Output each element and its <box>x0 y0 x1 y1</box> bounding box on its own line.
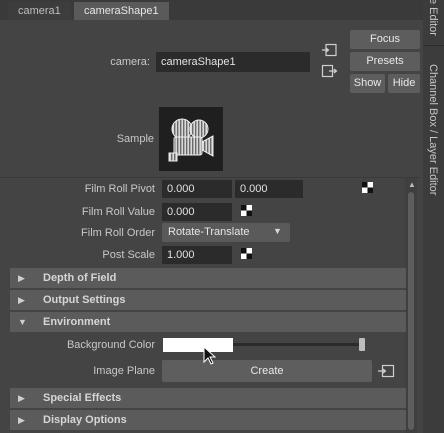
film-roll-pivot-y-field[interactable]: 0.000 <box>235 180 303 198</box>
film-roll-order-value: Rotate-Translate <box>168 226 250 238</box>
camera-label: camera: <box>110 56 150 68</box>
section-special-effects[interactable]: ▶ Special Effects <box>10 388 406 408</box>
expand-arrow-icon: ▶ <box>18 295 25 305</box>
hide-button[interactable]: Hide <box>388 74 420 93</box>
background-color-swatch[interactable] <box>163 338 233 352</box>
film-roll-order-label: Film Roll Order <box>81 227 155 239</box>
keyframe-icon[interactable] <box>241 205 252 219</box>
film-roll-pivot-label: Film Roll Pivot <box>84 183 155 195</box>
post-scale-label: Post Scale <box>102 249 155 261</box>
section-title: Environment <box>43 316 111 328</box>
section-output-settings[interactable]: ▶ Output Settings <box>10 290 406 310</box>
focus-button[interactable]: Focus <box>350 30 420 49</box>
section-title: Output Settings <box>43 294 126 306</box>
camera-sample-icon <box>168 118 214 162</box>
film-roll-pivot-x-field[interactable]: 0.000 <box>162 180 232 198</box>
presets-button[interactable]: Presets <box>350 52 420 71</box>
film-roll-value-field[interactable]: 0.000 <box>162 203 232 221</box>
sample-label: Sample <box>116 133 154 145</box>
output-connection-icon[interactable] <box>321 64 338 78</box>
film-roll-value-label: Film Roll Value <box>81 206 155 218</box>
section-depth-of-field[interactable]: ▶ Depth of Field <box>10 268 406 288</box>
background-color-slider-handle[interactable] <box>359 338 365 351</box>
section-title: Display Options <box>43 414 127 426</box>
show-button[interactable]: Show <box>350 74 385 93</box>
expand-arrow-icon: ▶ <box>18 273 25 283</box>
create-image-plane-button[interactable]: Create <box>162 360 372 382</box>
divider <box>0 177 420 178</box>
background-color-label: Background Color <box>66 339 155 351</box>
keyframe-icon[interactable] <box>362 182 373 196</box>
tab-camerashape1[interactable]: cameraShape1 <box>74 2 169 20</box>
post-scale-field[interactable]: 1.000 <box>162 246 232 264</box>
collapse-arrow-icon: ▼ <box>18 317 27 327</box>
section-environment[interactable]: ▼ Environment <box>10 312 406 332</box>
section-title: Depth of Field <box>43 272 117 284</box>
tab-camera1[interactable]: camera1 <box>8 2 71 20</box>
output-connection-icon[interactable] <box>377 364 395 378</box>
image-plane-label: Image Plane <box>93 365 155 377</box>
section-title: Special Effects <box>43 392 122 404</box>
scrollbar-thumb[interactable] <box>408 192 414 430</box>
scroll-up-arrow-icon[interactable]: ▲ <box>408 180 416 189</box>
mouse-cursor-icon <box>203 345 219 366</box>
divider <box>423 45 444 46</box>
background-color-slider-track[interactable] <box>233 343 361 346</box>
section-display-options[interactable]: ▶ Display Options <box>10 410 406 430</box>
chevron-down-icon: ▼ <box>273 226 282 236</box>
input-connection-icon[interactable] <box>321 43 338 57</box>
keyframe-icon[interactable] <box>241 248 252 262</box>
film-roll-order-dropdown[interactable]: Rotate-Translate ▼ <box>162 223 290 242</box>
camera-sample-swatch <box>159 107 223 171</box>
expand-arrow-icon: ▶ <box>18 393 25 403</box>
side-panel-strip: e Editor Channel Box / Layer Editor <box>423 0 444 433</box>
camera-name-field[interactable]: cameraShape1 <box>156 52 310 72</box>
attribute-editor-label[interactable]: e Editor <box>427 0 439 36</box>
channel-box-label[interactable]: Channel Box / Layer Editor <box>427 64 439 195</box>
expand-arrow-icon: ▶ <box>18 415 25 425</box>
